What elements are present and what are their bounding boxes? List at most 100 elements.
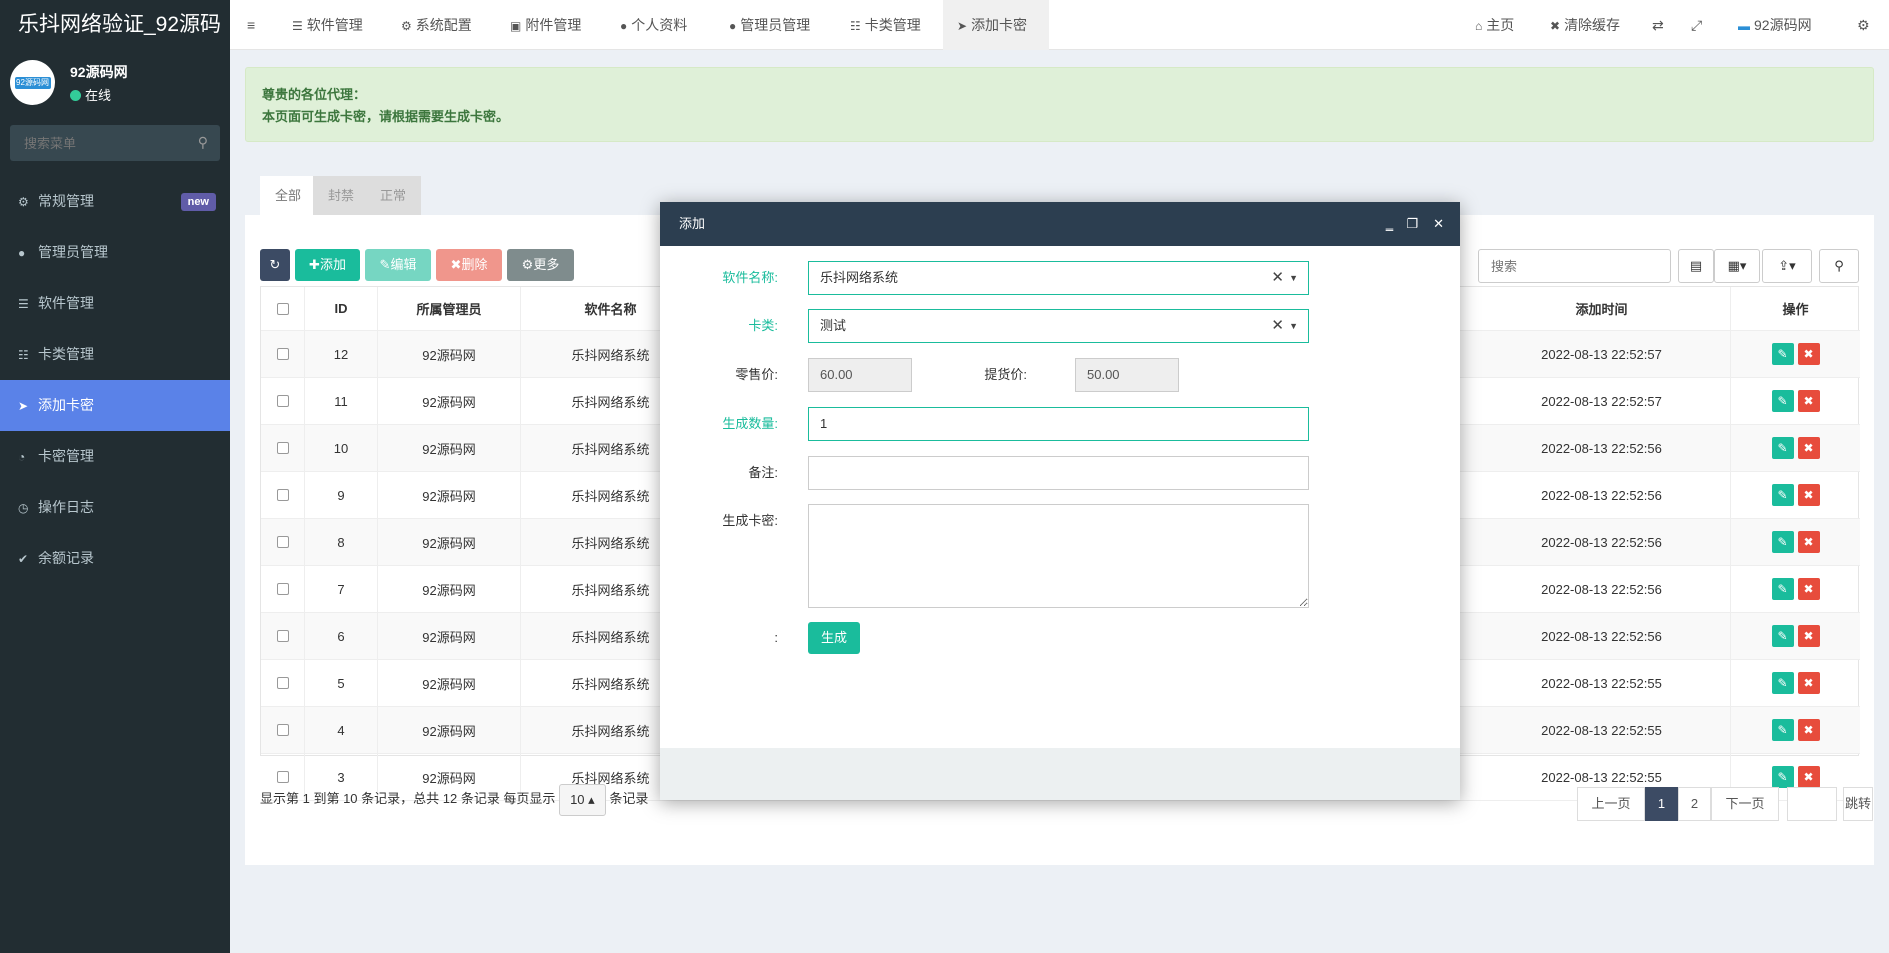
delete-row-icon[interactable]: ✖ — [1797, 766, 1820, 788]
tab-profile[interactable]: ● 个人资料 — [620, 0, 687, 50]
maximize-icon[interactable]: ❐ — [1406, 202, 1418, 246]
page-1-button[interactable]: 1 — [1645, 787, 1678, 821]
user-menu[interactable]: ▬ 92源码网 — [1738, 0, 1812, 50]
page-2-button[interactable]: 2 — [1678, 787, 1711, 821]
row-checkbox-cell[interactable] — [261, 519, 305, 565]
table-search-input[interactable] — [1479, 250, 1670, 282]
sidebar-item-cardtypes[interactable]: ☷ 卡类管理 — [0, 329, 230, 380]
sidebar-item-software[interactable]: ☰ 软件管理 — [0, 278, 230, 329]
fullscreen-icon[interactable]: ⤢ — [1691, 0, 1702, 50]
columns-button[interactable]: ▦▾ — [1714, 249, 1760, 283]
hamburger-menu-icon[interactable]: ≡ — [247, 0, 255, 50]
delete-row-icon[interactable]: ✖ — [1797, 719, 1820, 741]
select-all-checkbox-cell[interactable] — [261, 287, 305, 330]
row-checkbox-cell[interactable] — [261, 613, 305, 659]
delete-row-icon[interactable]: ✖ — [1797, 625, 1820, 647]
edit-row-icon[interactable]: ✎ — [1771, 672, 1794, 694]
edit-row-icon[interactable]: ✎ — [1771, 719, 1794, 741]
tab-attachments[interactable]: ▣ 附件管理 — [510, 0, 581, 50]
edit-row-icon[interactable]: ✎ — [1771, 390, 1794, 412]
next-page-button[interactable]: 下一页 — [1711, 787, 1779, 821]
header-id[interactable]: ID — [305, 287, 378, 330]
delete-row-icon[interactable]: ✖ — [1797, 484, 1820, 506]
delete-row-icon[interactable]: ✖ — [1797, 531, 1820, 553]
generated-cards-textarea[interactable] — [808, 504, 1309, 608]
edit-button[interactable]: ✎编辑 — [365, 249, 431, 281]
software-select[interactable]: 乐抖网络系统 ✕ ▼ — [808, 261, 1309, 295]
edit-row-icon[interactable]: ✎ — [1771, 578, 1794, 600]
jump-page-input[interactable] — [1787, 787, 1837, 821]
page-size-select[interactable]: 10 ▴ — [559, 783, 606, 816]
minimize-icon[interactable]: ‗ — [1386, 202, 1393, 246]
row-checkbox-cell[interactable] — [261, 331, 305, 377]
row-checkbox[interactable] — [276, 630, 289, 642]
clear-icon[interactable]: ✕ — [1271, 262, 1284, 294]
jump-button[interactable]: 跳转 — [1843, 787, 1873, 821]
refresh-button[interactable]: ↻ — [260, 249, 290, 281]
delete-row-icon[interactable]: ✖ — [1797, 437, 1820, 459]
prev-page-button[interactable]: 上一页 — [1577, 787, 1645, 821]
tab-add-cards[interactable]: ➤ 添加卡密 — [943, 0, 1049, 50]
tab-admin-manage[interactable]: ● 管理员管理 — [729, 0, 810, 50]
select-all-checkbox[interactable] — [276, 302, 289, 315]
edit-row-icon[interactable]: ✎ — [1771, 531, 1794, 553]
remark-input[interactable] — [808, 456, 1309, 490]
sidebar-item-balance[interactable]: ✔ 余额记录 — [0, 533, 230, 584]
gears-icon[interactable]: ⚙ — [1857, 0, 1870, 50]
clear-icon[interactable]: ✕ — [1271, 310, 1284, 342]
toggle-view-button[interactable]: ▤ — [1678, 249, 1714, 283]
row-checkbox[interactable] — [276, 442, 289, 454]
delete-button[interactable]: ✖删除 — [436, 249, 502, 281]
header-time[interactable]: 添加时间 — [1473, 287, 1731, 330]
row-checkbox[interactable] — [276, 395, 289, 407]
row-checkbox[interactable] — [276, 536, 289, 548]
add-button[interactable]: ✚添加 — [295, 249, 360, 281]
search-icon[interactable]: ⚲ — [198, 134, 208, 151]
row-checkbox[interactable] — [276, 771, 289, 783]
edit-row-icon[interactable]: ✎ — [1771, 437, 1794, 459]
generate-button[interactable]: 生成 — [808, 622, 860, 654]
tab-system-config[interactable]: ⚙ 系统配置 — [401, 0, 472, 50]
delete-row-icon[interactable]: ✖ — [1797, 390, 1820, 412]
home-link[interactable]: ⌂ 主页 — [1475, 0, 1514, 50]
quantity-input[interactable]: 1 — [808, 407, 1309, 441]
row-checkbox[interactable] — [276, 489, 289, 501]
row-checkbox-cell[interactable] — [261, 472, 305, 518]
row-checkbox[interactable] — [276, 724, 289, 736]
row-checkbox[interactable] — [276, 677, 289, 689]
tab-card-types[interactable]: ☷ 卡类管理 — [850, 0, 921, 50]
tab-normal[interactable]: 正常 — [365, 176, 422, 215]
clear-cache-link[interactable]: ✖ 清除缓存 — [1550, 0, 1620, 50]
sidebar-item-cards[interactable]: ◔ 卡密管理 — [0, 431, 230, 482]
close-icon[interactable]: ✕ — [1433, 202, 1444, 246]
row-checkbox[interactable] — [276, 583, 289, 595]
edit-row-icon[interactable]: ✎ — [1771, 625, 1794, 647]
edit-row-icon[interactable]: ✎ — [1771, 343, 1794, 365]
tab-all[interactable]: 全部 — [260, 176, 317, 215]
delete-row-icon[interactable]: ✖ — [1797, 578, 1820, 600]
row-checkbox-cell[interactable] — [261, 707, 305, 753]
sidebar-item-general[interactable]: ⚙ 常规管理 new — [0, 176, 230, 227]
search-button[interactable]: ⚲ — [1819, 249, 1859, 283]
brand-title[interactable]: 乐抖网络验证_92源码 — [0, 0, 230, 50]
cardtype-select[interactable]: 测试 ✕ ▼ — [808, 309, 1309, 343]
sidebar-item-add-cards[interactable]: ➤ 添加卡密 — [0, 380, 230, 431]
row-checkbox-cell[interactable] — [261, 566, 305, 612]
translate-icon[interactable]: ⇄ — [1652, 0, 1664, 50]
delete-row-icon[interactable]: ✖ — [1797, 343, 1820, 365]
sidebar-search-input[interactable] — [10, 125, 220, 161]
tab-software[interactable]: ☰ 软件管理 — [292, 0, 363, 50]
edit-row-icon[interactable]: ✎ — [1771, 484, 1794, 506]
sidebar-item-logs[interactable]: ◷ 操作日志 — [0, 482, 230, 533]
row-checkbox[interactable] — [276, 348, 289, 360]
row-checkbox-cell[interactable] — [261, 378, 305, 424]
export-button[interactable]: ⇪▾ — [1762, 249, 1812, 283]
tab-banned[interactable]: 封禁 — [313, 176, 370, 215]
sidebar-item-admins[interactable]: ● 管理员管理 — [0, 227, 230, 278]
edit-row-icon[interactable]: ✎ — [1771, 766, 1794, 788]
header-admin[interactable]: 所属管理员 — [378, 287, 521, 330]
delete-row-icon[interactable]: ✖ — [1797, 672, 1820, 694]
row-checkbox-cell[interactable] — [261, 660, 305, 706]
more-button[interactable]: ⚙更多 — [507, 249, 574, 281]
row-checkbox-cell[interactable] — [261, 425, 305, 471]
